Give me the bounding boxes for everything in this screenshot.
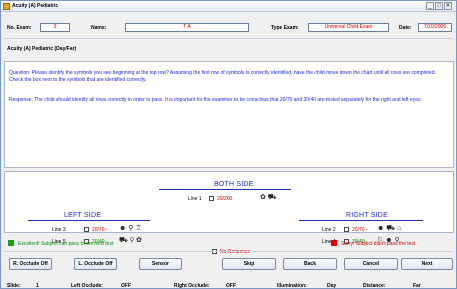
illumination-value: Day [327, 283, 337, 289]
slide-label: Slide: [7, 283, 21, 289]
name-label: Name: [91, 25, 107, 31]
left-line-3-label: Line 3 [52, 227, 66, 233]
no-response-label: No Response [220, 249, 251, 255]
both-line-checkbox[interactable] [209, 196, 214, 201]
right-line-2-symbols: ☻ ⛟ ⌂ [377, 225, 402, 232]
pass-message: Excellent! Subject can pass to the next … [18, 241, 114, 247]
app-window: Acuity (A) Pediatric _ □ ✕ No. Exam: 9 N… [0, 0, 457, 289]
both-line-symbols: ✿ ⛟ [260, 194, 277, 201]
both-side-underline [159, 189, 291, 190]
left-line-3-checkbox[interactable] [84, 227, 89, 232]
r-occlude-button[interactable]: R. Occlude Off [9, 258, 52, 270]
response-text: Response: The child should identify all … [9, 97, 422, 103]
left-line-5-symbols: ⛟ ⚲ ✿ [119, 237, 142, 244]
distance-label: Distance: [363, 283, 386, 289]
exam-number-field: 9 [40, 23, 70, 32]
left-occlude-label: Left Occlude: [71, 283, 103, 289]
illumination-label: Illumination: [277, 283, 307, 289]
right-side-underline [299, 220, 423, 221]
left-side-underline [28, 220, 150, 221]
date-field: 7/20/2006 [418, 23, 452, 32]
right-occlude-label: Right Occlude: [174, 283, 210, 289]
skip-button[interactable]: Skip [222, 258, 276, 270]
type-exam-field: Universal Child Exam [308, 23, 389, 32]
question-text: Question: Please identify the symbols yo… [9, 70, 436, 83]
left-occlude-value: OFF [121, 283, 131, 289]
app-icon [3, 3, 10, 10]
right-side-heading: RIGHT SIDE [346, 212, 388, 219]
l-occlude-button[interactable]: L. Occlude Off [74, 258, 117, 270]
back-button[interactable]: Back [283, 258, 337, 270]
fail-message: Sorry! Subject didn't pass the test. [341, 241, 417, 247]
left-line-3-symbols: ☻ ⚲ ♖ [119, 225, 142, 232]
right-line-2-checkbox[interactable] [344, 227, 349, 232]
type-exam-label: Type Exam: [271, 25, 299, 31]
fail-indicator [331, 240, 337, 246]
minimize-button[interactable]: _ [426, 2, 434, 10]
cancel-button[interactable]: Cancel [344, 258, 398, 270]
both-side-heading: BOTH SIDE [214, 181, 254, 188]
left-line-3-acuity: 20/70 - [92, 227, 108, 233]
maximize-button[interactable]: □ [435, 2, 443, 10]
pass-indicator [8, 240, 14, 246]
distance-value: Far [413, 283, 421, 289]
date-label: Date: [399, 25, 412, 31]
close-button[interactable]: ✕ [444, 2, 452, 10]
title-bar: Acuity (A) Pediatric _ □ ✕ [1, 1, 456, 12]
sensor-button[interactable]: Sensor [139, 258, 182, 270]
exam-number-label: No. Exam: [7, 25, 32, 31]
window-title: Acuity (A) Pediatric [12, 3, 59, 9]
slide-value: 1 [36, 283, 39, 289]
right-line-2-label: Line 2 [322, 227, 336, 233]
status-divider [4, 251, 453, 252]
both-line-acuity: 20/200 [217, 196, 233, 202]
right-line-2-acuity: 20/70 - [352, 227, 368, 233]
both-line-label: Line 1 [188, 196, 202, 202]
next-button[interactable]: Next [401, 258, 453, 270]
header-divider [4, 38, 453, 39]
test-subtitle: Acuity (A) Pediatric (Day/Far) [7, 46, 77, 52]
right-occlude-value: OFF [226, 283, 236, 289]
left-side-heading: LEFT SIDE [64, 212, 102, 219]
name-field: T A [125, 23, 249, 32]
